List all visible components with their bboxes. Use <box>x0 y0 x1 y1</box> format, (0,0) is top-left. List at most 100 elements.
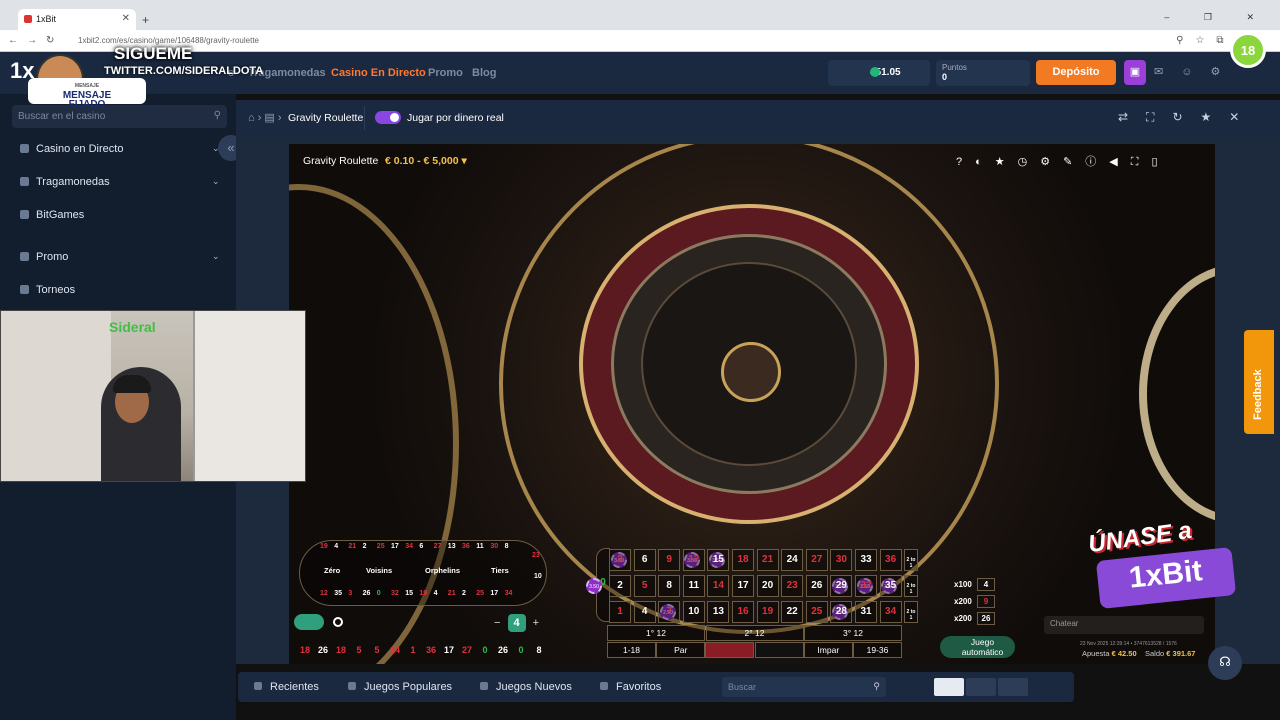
number-cell[interactable]: 32 <box>855 575 877 597</box>
racetrack-number[interactable]: 4 <box>434 590 438 597</box>
sidebar-item-tragamonedas[interactable]: Tragamonedas ⌄ <box>20 176 220 188</box>
bet-range-selector[interactable]: € 0.10 - € 5,000 ▾ <box>385 155 467 167</box>
number-cell[interactable]: 30 <box>830 549 853 571</box>
racetrack-orphelins[interactable]: Orphelins <box>425 566 460 575</box>
racetrack-number[interactable]: 21 <box>348 543 356 550</box>
search-icon[interactable]: ⚲ <box>873 681 880 692</box>
number-cell[interactable]: 8 <box>658 575 681 597</box>
autoplay-button[interactable]: Juego automático <box>940 636 1015 658</box>
support-headset-icon[interactable]: ☊ <box>1208 646 1242 680</box>
number-cell[interactable]: 6 <box>633 549 656 571</box>
number-cell[interactable]: 34 <box>879 601 902 623</box>
racetrack-number[interactable]: 13 <box>448 543 456 550</box>
racetrack-number[interactable]: 34 <box>505 590 513 597</box>
number-cell[interactable]: 21 <box>756 549 779 571</box>
racetrack-number[interactable]: 12 <box>320 590 328 597</box>
racetrack-number[interactable]: 25 <box>377 543 385 550</box>
racetrack-number[interactable]: 19 <box>419 590 427 597</box>
racetrack-number[interactable]: 27 <box>434 543 442 550</box>
nav-blog[interactable]: Blog <box>472 67 496 79</box>
header-account-icons[interactable]: ✉☺⚙ <box>1154 65 1238 78</box>
number-cell[interactable]: 18 <box>732 549 754 571</box>
game-window-controls[interactable]: ⇄⛶↻★✕ <box>1118 110 1257 125</box>
dozen-bet[interactable]: 1° 12 <box>607 625 705 641</box>
number-cell[interactable]: 35 <box>879 575 902 597</box>
number-cell[interactable]: 13 <box>707 601 730 623</box>
outside-bet[interactable]: 19-36 <box>853 642 902 658</box>
racetrack-number[interactable]: 2 <box>462 590 466 597</box>
racetrack-number[interactable]: 25 <box>476 590 484 597</box>
deposit-button[interactable]: Depósito <box>1036 60 1116 85</box>
number-cell[interactable]: 11 <box>682 575 705 597</box>
racetrack-number[interactable]: 35 <box>334 590 342 597</box>
outside-bet[interactable]: 1-18 <box>607 642 656 658</box>
dozen-bet[interactable]: 2° 12 <box>705 625 804 641</box>
search-icon[interactable]: ⚲ <box>214 110 221 121</box>
racetrack-number[interactable]: 19 <box>320 543 328 550</box>
racetrack-number[interactable]: 6 <box>419 543 423 550</box>
outside-bet[interactable]: Par <box>656 642 706 658</box>
outside-bet[interactable] <box>754 642 804 658</box>
column-bet[interactable]: 2 to 1 <box>904 575 918 597</box>
number-cell[interactable]: 26 <box>805 575 828 597</box>
sidebar-item-promo[interactable]: Promo ⌄ <box>20 251 220 263</box>
racetrack-number[interactable]: 15 <box>405 590 413 597</box>
racetrack-number[interactable]: 21 <box>448 590 456 597</box>
column-bet[interactable]: 2 to 1 <box>904 601 918 623</box>
gift-icon[interactable]: ▣ <box>1124 60 1146 85</box>
new-tab-button[interactable]: + <box>142 13 149 27</box>
number-cell[interactable]: 1 <box>609 601 631 623</box>
racetrack-number[interactable]: 17 <box>391 543 399 550</box>
number-cell[interactable]: 33 <box>855 549 877 571</box>
breadcrumb-game-title[interactable]: Gravity Roulette <box>288 112 363 124</box>
racetrack-number[interactable]: 17 <box>490 590 498 597</box>
balance-selector[interactable]: 451.05 <box>828 60 930 86</box>
number-cell[interactable]: 17 <box>732 575 754 597</box>
number-cell[interactable]: 5 <box>633 575 656 597</box>
view-mode-switcher[interactable] <box>934 678 1030 699</box>
racetrack-number[interactable]: 8 <box>505 543 509 550</box>
racetrack-number[interactable]: 2 <box>363 543 367 550</box>
sidebar-item-bitgames[interactable]: BitGames <box>20 209 84 221</box>
close-tab-icon[interactable]: ✕ <box>122 13 130 24</box>
number-cell[interactable]: 3 <box>609 549 631 571</box>
number-cell[interactable]: 25 <box>805 601 828 623</box>
number-cell[interactable]: 16 <box>732 601 754 623</box>
number-cell[interactable]: 29 <box>830 575 853 597</box>
number-cell[interactable]: 14 <box>707 575 730 597</box>
real-money-toggle[interactable] <box>375 111 401 124</box>
number-cell[interactable]: 31 <box>855 601 877 623</box>
bottom-search-input[interactable]: Buscar ⚲ <box>722 677 886 697</box>
racetrack-zero[interactable]: Zéro <box>324 566 340 575</box>
sidebar-item-casino-en-directo[interactable]: Casino en Directo ⌄ <box>20 143 220 155</box>
dozen-bet[interactable]: 3° 12 <box>804 625 902 641</box>
number-cell[interactable]: 22 <box>781 601 804 623</box>
racetrack-number[interactable]: 32 <box>391 590 399 597</box>
tab-juegos-nuevos[interactable]: Juegos Nuevos <box>480 681 572 693</box>
view-single-icon[interactable] <box>934 678 964 696</box>
number-cell[interactable]: 20 <box>756 575 779 597</box>
tab-favoritos[interactable]: Favoritos <box>600 681 661 693</box>
number-cell[interactable]: 19 <box>756 601 779 623</box>
racetrack-number[interactable]: 26 <box>363 590 371 597</box>
stake-plus-button[interactable]: + <box>533 617 539 629</box>
racetrack-number[interactable]: 0 <box>377 590 381 597</box>
racetrack-number[interactable]: 11 <box>476 543 483 550</box>
home-icon[interactable]: ⌂ › ▤ › <box>248 111 282 124</box>
feedback-tab[interactable]: Feedback <box>1244 330 1274 434</box>
number-cell[interactable]: 4 <box>633 601 656 623</box>
points-selector[interactable]: Puntos 0 <box>936 60 1030 86</box>
racetrack-number[interactable]: 10 <box>534 573 542 580</box>
number-cell[interactable]: 9 <box>658 549 681 571</box>
racetrack-number[interactable]: 4 <box>334 543 338 550</box>
racetrack-number[interactable]: 34 <box>405 543 413 550</box>
stake-minus-button[interactable]: − <box>494 617 500 629</box>
racetrack-number[interactable]: 3 <box>348 590 352 597</box>
outside-bet[interactable]: Impar <box>803 642 853 658</box>
tab-recientes[interactable]: Recientes <box>254 681 319 693</box>
number-cell[interactable]: 24 <box>781 549 804 571</box>
nav-promo[interactable]: Promo <box>428 67 463 79</box>
tab-juegos-populares[interactable]: Juegos Populares <box>348 681 452 693</box>
nav-casino-en-directo[interactable]: Casino En Directo <box>331 67 426 79</box>
racetrack-number[interactable]: 36 <box>462 543 470 550</box>
